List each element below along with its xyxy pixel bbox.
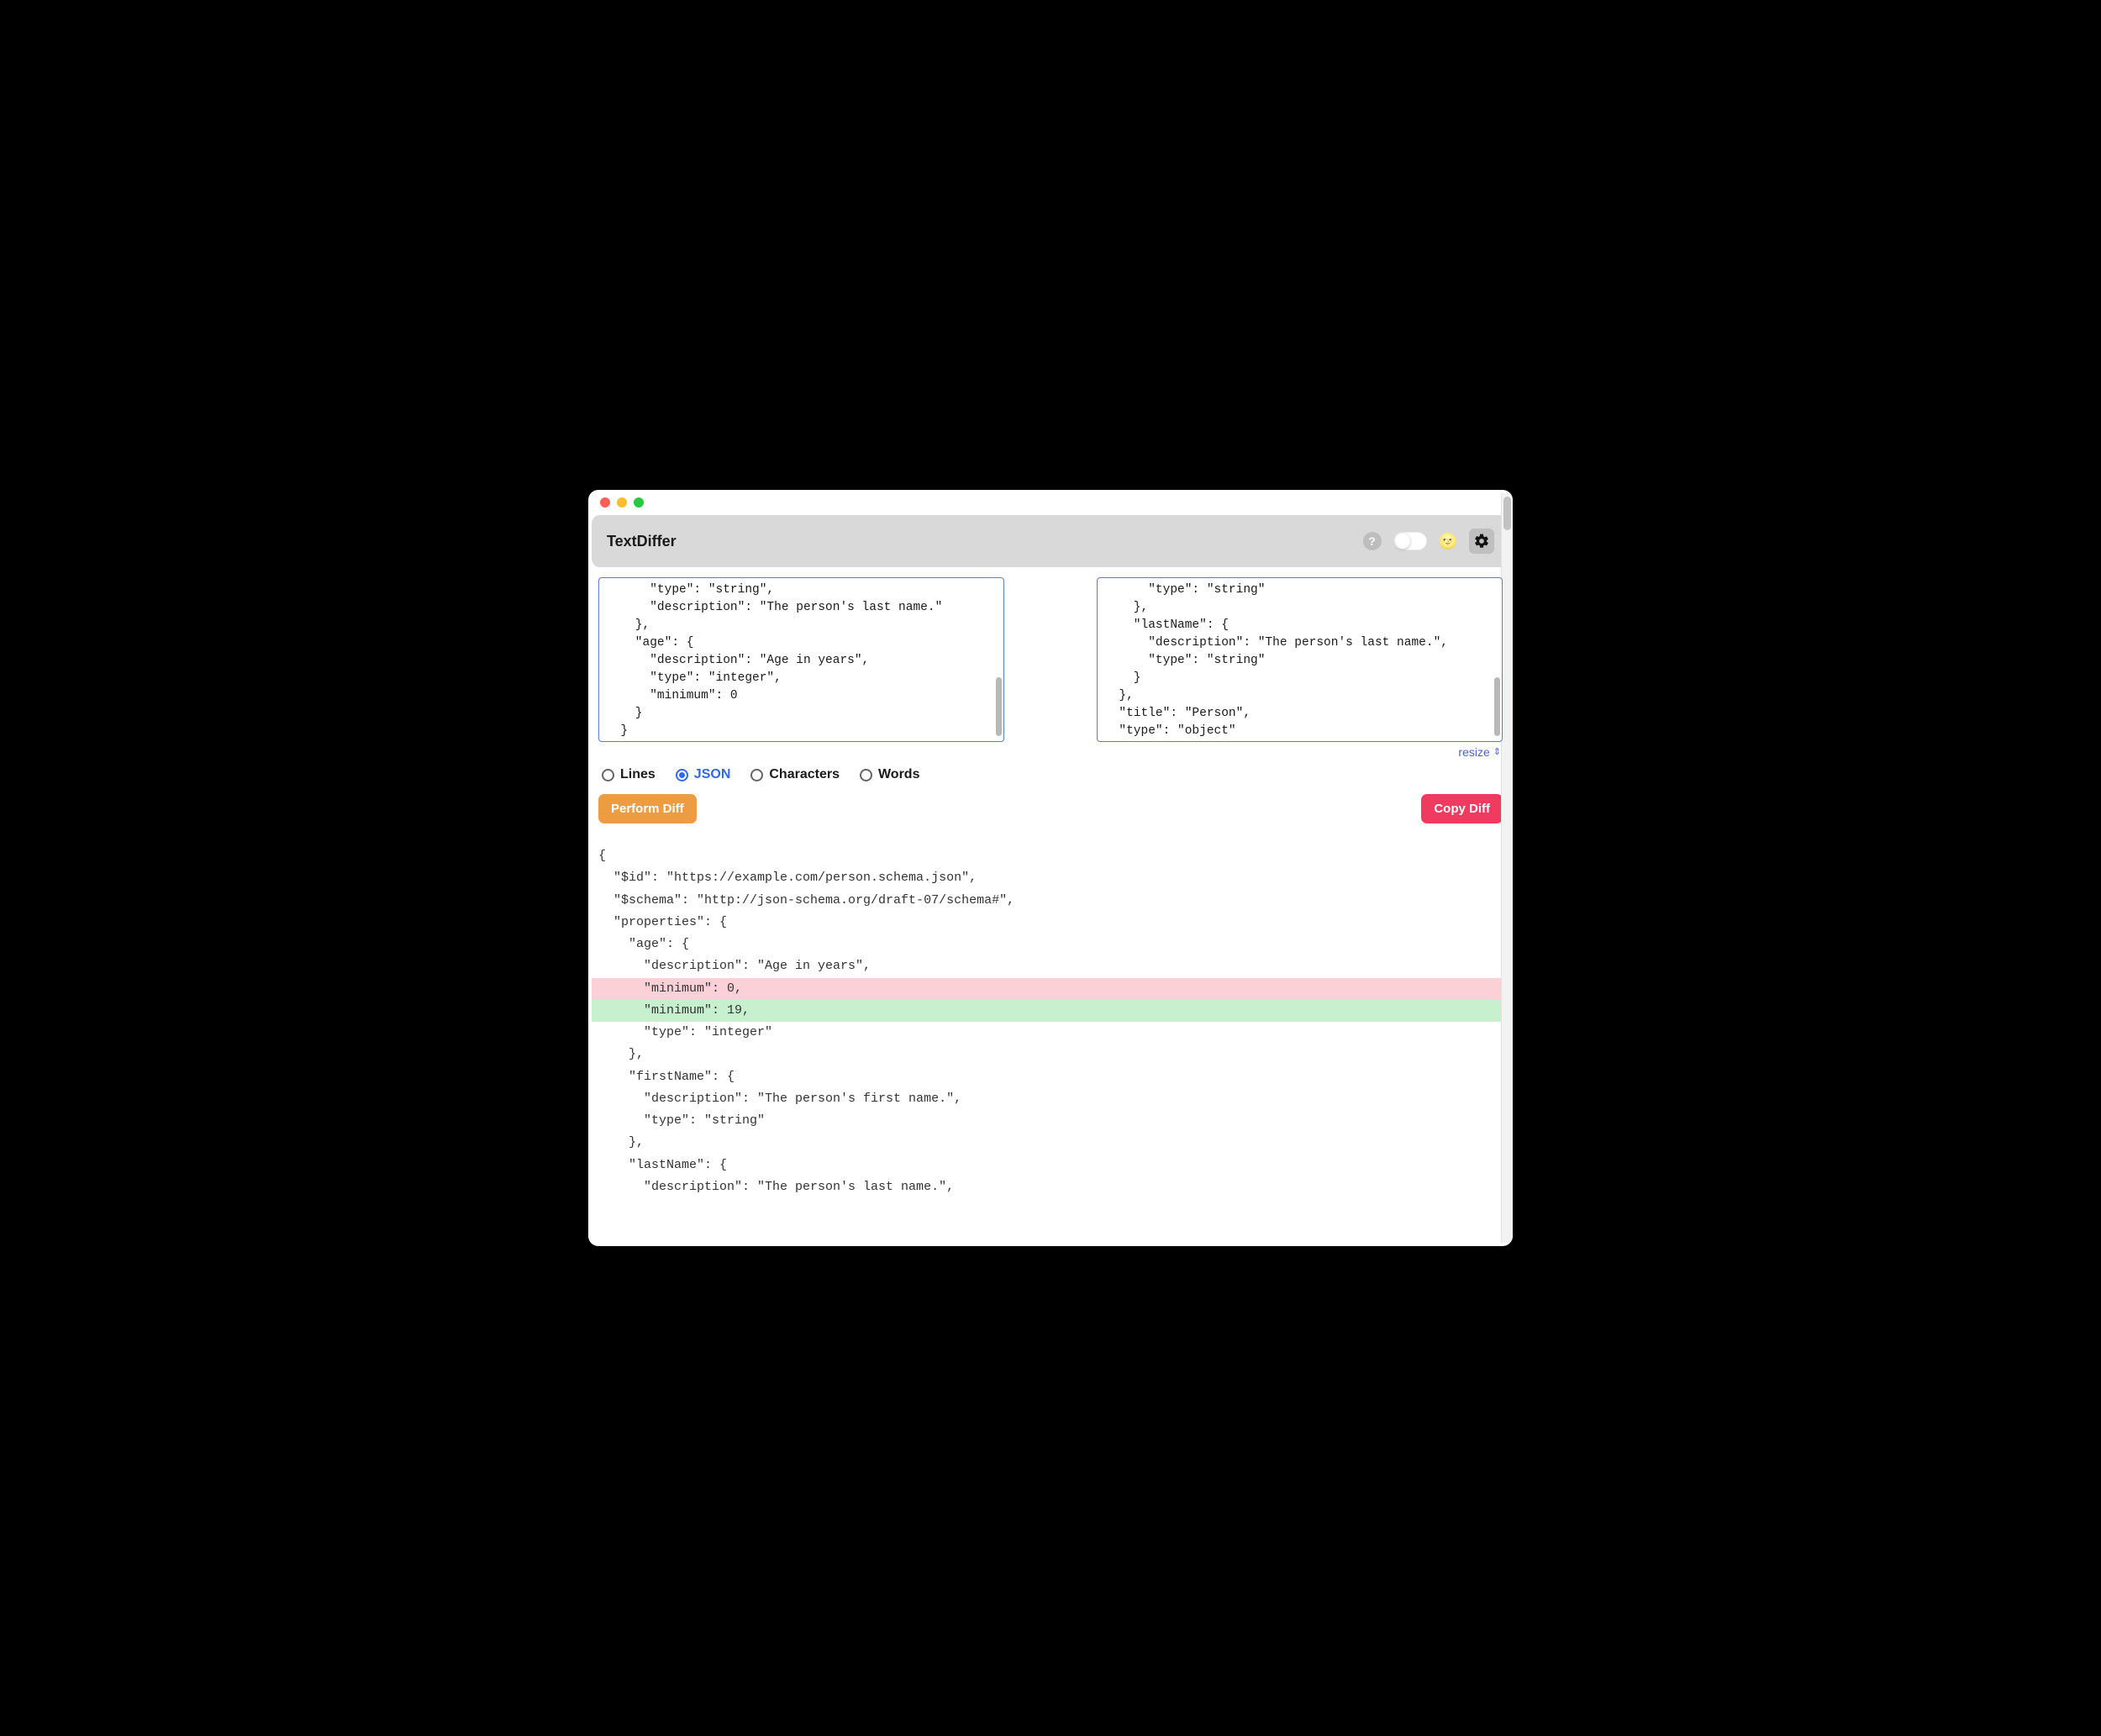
diff-line-ctx: "description": "Age in years", (592, 955, 1509, 977)
mode-radio-lines[interactable]: Lines (602, 767, 656, 782)
diff-output: { "$id": "https://example.com/person.sch… (592, 835, 1509, 1243)
resize-label: resize (1458, 745, 1489, 759)
diff-line-ctx: }, (592, 1132, 1509, 1154)
radio-circle-icon (676, 769, 688, 781)
minimize-window-button[interactable] (617, 497, 627, 508)
action-buttons: Perform Diff Copy Diff (592, 794, 1509, 835)
left-editor-text[interactable]: "type": "string", "description": "The pe… (599, 578, 1003, 741)
left-editor-scrollbar[interactable] (996, 677, 1002, 736)
maximize-window-button[interactable] (634, 497, 644, 508)
diff-mode-selector: Lines JSON Characters Words (592, 759, 1509, 794)
diff-line-ctx: "description": "The person's first name.… (592, 1088, 1509, 1110)
window-titlebar (588, 490, 1513, 515)
copy-diff-button[interactable]: Copy Diff (1421, 794, 1503, 823)
diff-line-add: "minimum": 19, (592, 1000, 1509, 1022)
diff-line-ctx: "type": "string" (592, 1110, 1509, 1132)
resize-chevron-icon: ⇕ (1493, 748, 1501, 757)
help-icon[interactable]: ? (1363, 532, 1382, 550)
perform-diff-button[interactable]: Perform Diff (598, 794, 697, 823)
content-area: TextDiffer ? 🌝 "type": "string", "descri… (588, 515, 1513, 1246)
header-actions: ? 🌝 (1363, 529, 1494, 554)
app-window: TextDiffer ? 🌝 "type": "string", "descri… (588, 490, 1513, 1246)
diff-line-ctx: }, (592, 1044, 1509, 1065)
mode-label: Lines (620, 767, 656, 782)
mode-label: Words (878, 767, 919, 782)
app-title: TextDiffer (607, 533, 677, 550)
resize-handle[interactable]: resize ⇕ (1458, 745, 1501, 759)
radio-circle-icon (750, 769, 763, 781)
diff-line-ctx: "type": "integer" (592, 1022, 1509, 1044)
diff-line-ctx: "properties": { (592, 912, 1509, 934)
gear-icon (1473, 533, 1490, 550)
diff-line-ctx: "$schema": "http://json-schema.org/draft… (592, 890, 1509, 912)
mode-label: JSON (694, 767, 731, 782)
diff-line-ctx: "age": { (592, 934, 1509, 955)
resize-row: resize ⇕ (592, 742, 1509, 759)
toggle-knob (1395, 534, 1410, 549)
radio-circle-icon (602, 769, 614, 781)
diff-line-ctx: "description": "The person's last name."… (592, 1176, 1509, 1198)
diff-line-ctx: "lastName": { (592, 1155, 1509, 1176)
editor-panes: "type": "string", "description": "The pe… (592, 577, 1509, 742)
window-scrollbar[interactable] (1501, 493, 1513, 1243)
mode-radio-characters[interactable]: Characters (750, 767, 840, 782)
right-editor[interactable]: "type": "string" }, "lastName": { "descr… (1097, 577, 1503, 742)
settings-button[interactable] (1469, 529, 1494, 554)
diff-line-del: "minimum": 0, (592, 978, 1509, 1000)
theme-toggle[interactable] (1393, 532, 1427, 550)
window-scrollbar-thumb[interactable] (1503, 497, 1511, 530)
diff-line-ctx: "firstName": { (592, 1066, 1509, 1088)
app-header: TextDiffer ? 🌝 (592, 515, 1509, 567)
mode-radio-words[interactable]: Words (860, 767, 919, 782)
theme-emoji-icon: 🌝 (1439, 533, 1457, 550)
mode-radio-json[interactable]: JSON (676, 767, 731, 782)
diff-line-ctx: { (592, 845, 1509, 867)
right-editor-text[interactable]: "type": "string" }, "lastName": { "descr… (1098, 578, 1502, 741)
close-window-button[interactable] (600, 497, 610, 508)
mode-label: Characters (769, 767, 840, 782)
left-editor[interactable]: "type": "string", "description": "The pe… (598, 577, 1004, 742)
diff-line-ctx: "$id": "https://example.com/person.schem… (592, 867, 1509, 889)
right-editor-scrollbar[interactable] (1494, 677, 1500, 736)
radio-circle-icon (860, 769, 872, 781)
